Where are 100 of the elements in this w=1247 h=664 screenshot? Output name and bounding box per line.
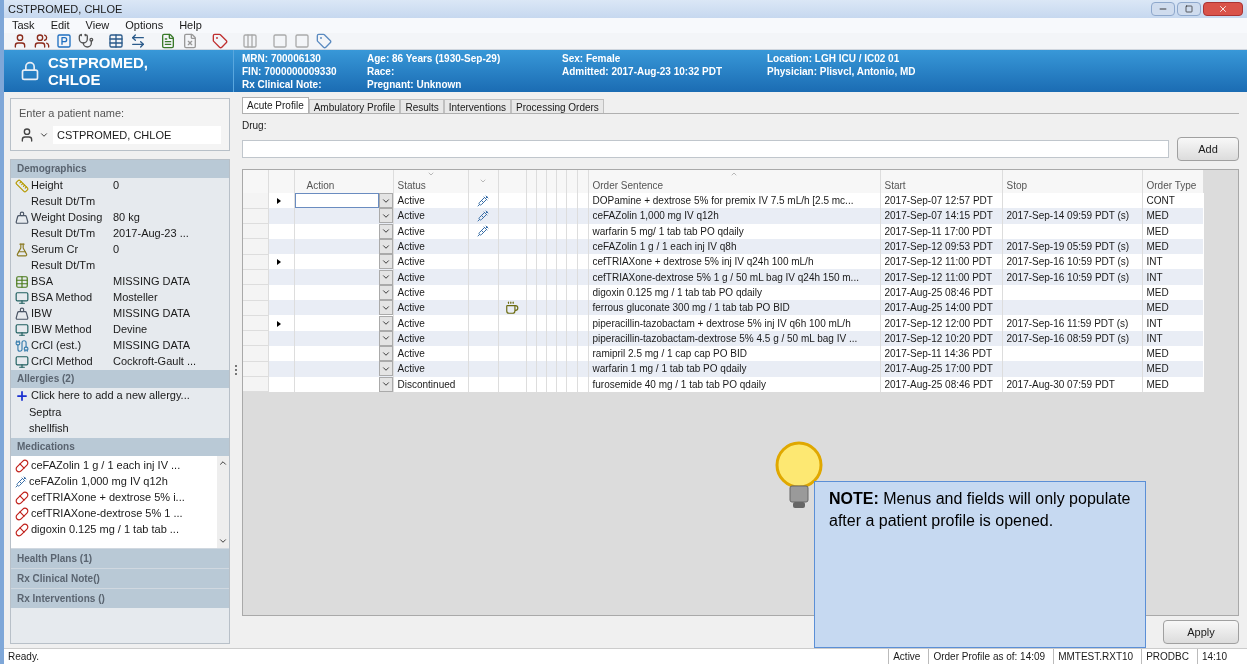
- table-icon[interactable]: [108, 33, 124, 49]
- table-cell: Active: [397, 210, 425, 222]
- demographic-label: IBW: [31, 306, 53, 322]
- add-allergy-link[interactable]: Click here to add a new allergy...: [31, 387, 190, 404]
- tag-icon[interactable]: [316, 33, 332, 49]
- column-header[interactable]: Order Type: [1146, 180, 1197, 191]
- maximize-button[interactable]: [1177, 2, 1201, 16]
- columns-icon[interactable]: [242, 33, 258, 49]
- table-cell: 2017-Sep-11 17:00 PDT: [884, 225, 993, 237]
- dropdown-button[interactable]: [378, 239, 393, 255]
- square-icon[interactable]: [272, 33, 288, 49]
- scrollbar[interactable]: [217, 455, 229, 548]
- patient-info-field: Pregnant: Unknown: [367, 78, 562, 91]
- table-cell: Active: [397, 286, 425, 298]
- patient-info-field: FIN: 7000000009330: [242, 65, 367, 78]
- table-cell: 2017-Sep-14 09:59 PDT (s): [1006, 210, 1130, 222]
- tab[interactable]: Ambulatory Profile: [308, 99, 401, 113]
- close-icon: [1218, 4, 1228, 14]
- menu-item[interactable]: Help: [179, 17, 202, 34]
- cup-icon: [505, 300, 519, 315]
- tab[interactable]: Processing Orders: [511, 99, 604, 113]
- dropdown-button[interactable]: [378, 269, 393, 285]
- table-row[interactable]: Active piperacillin-tazobactam + dextrose 5% inj IV q6h 100 mL/h 2017-Sep-12 12:00 PDT 2017-Sep-16 11:59 PDT (s) INT: [243, 315, 1203, 331]
- table-cell: 2017-Aug-30 07:59 PDT: [1006, 378, 1115, 390]
- table-row[interactable]: Active ceFAZolin 1,000 mg IV q12h 2017-Sep-07 14:15 PDT 2017-Sep-14 09:59 PDT (s) MED: [243, 208, 1203, 224]
- apply-button[interactable]: Apply: [1163, 620, 1239, 644]
- drug-field[interactable]: [242, 140, 1169, 158]
- table-row[interactable]: Active cefTRIAXone-dextrose 5% 1 g / 50 mL bag IV q24h 150 m... 2017-Sep-12 11:00 PDT 2017-Sep-16 10:59 PDT (s) INT: [243, 269, 1203, 285]
- section-header[interactable]: Demographics: [11, 159, 229, 178]
- document-icon[interactable]: [160, 33, 176, 49]
- medication-item[interactable]: cefTRIAXone-dextrose 5% 1 ...: [31, 505, 183, 522]
- people-icon[interactable]: [34, 33, 50, 49]
- dropdown-button[interactable]: [378, 361, 393, 377]
- pill-icon: [15, 458, 29, 473]
- section-header[interactable]: Health Plans (1): [11, 547, 229, 568]
- column-header[interactable]: Order Sentence: [592, 178, 876, 193]
- table-row[interactable]: Active ferrous gluconate 300 mg / 1 tab tab PO BID 2017-Aug-25 14:00 PDT MED: [243, 300, 1203, 316]
- medication-item[interactable]: ceFAZolin 1 g / 1 each inj IV ...: [31, 457, 181, 474]
- monitor-icon: [15, 290, 29, 305]
- minimize-button[interactable]: [1151, 2, 1175, 16]
- table-cell: ramipril 2.5 mg / 1 cap cap PO BID: [592, 348, 747, 360]
- add-button[interactable]: Add: [1177, 137, 1239, 161]
- table-cell: digoxin 0.125 mg / 1 tab tab PO qdaily: [592, 286, 763, 298]
- table-cell: 2017-Sep-11 14:36 PDT: [884, 348, 993, 360]
- table-cell: 2017-Sep-12 10:20 PDT: [884, 332, 993, 344]
- table-cell: ceFAZolin 1 g / 1 each inj IV q8h: [592, 241, 737, 253]
- dropdown-button[interactable]: [378, 254, 393, 270]
- tag-icon[interactable]: [212, 33, 228, 49]
- medication-item[interactable]: cefTRIAXone + dextrose 5% i...: [31, 489, 185, 506]
- column-header[interactable]: Stop: [1006, 180, 1028, 191]
- menu-item[interactable]: Edit: [50, 17, 70, 34]
- caret-icon: [380, 318, 391, 328]
- table-cell: 2017-Sep-19 05:59 PDT (s): [1006, 241, 1130, 253]
- square-icon[interactable]: [294, 33, 310, 49]
- demographic-value: Mosteller: [113, 290, 158, 306]
- parking-icon[interactable]: [56, 33, 72, 49]
- column-header[interactable]: Status: [397, 178, 464, 193]
- medication-item[interactable]: digoxin 0.125 mg / 1 tab tab ...: [31, 521, 179, 538]
- stethoscope-icon[interactable]: [78, 33, 94, 49]
- menu-item[interactable]: View: [85, 17, 110, 34]
- person-icon[interactable]: [12, 33, 28, 49]
- patient-info-field: Sex: Female: [562, 52, 767, 65]
- person-icon[interactable]: [19, 126, 35, 143]
- column-header[interactable]: Start: [884, 180, 906, 191]
- pill-icon: [15, 506, 29, 521]
- patient-info-field: MRN: 700006130: [242, 52, 367, 65]
- table-cell: cefTRIAXone + dextrose 5% inj IV q24h 100 mL/h: [592, 256, 814, 268]
- tube-icon: [15, 338, 29, 353]
- table-cell: warfarin 1 mg / 1 tab tab PO qdaily: [592, 363, 747, 375]
- menu-item[interactable]: Options: [125, 17, 164, 34]
- patient-name-field[interactable]: CSTPROMED, CHLOE: [53, 125, 221, 144]
- table-cell: 2017-Sep-07 14:15 PDT: [884, 210, 993, 222]
- flask-icon: [15, 242, 29, 257]
- close-button[interactable]: [1203, 2, 1243, 16]
- table-cell: MED: [1142, 300, 1203, 316]
- dropdown-button[interactable]: [378, 315, 393, 331]
- medication-item[interactable]: ceFAZolin 1,000 mg IV q12h: [29, 473, 168, 490]
- syringe-icon: [477, 209, 489, 222]
- document-icon[interactable]: [182, 33, 198, 49]
- column-header[interactable]: Action: [306, 180, 335, 191]
- tab[interactable]: Interventions: [443, 99, 512, 113]
- menu-item[interactable]: Task: [12, 17, 35, 34]
- section-header[interactable]: Rx Interventions (): [11, 587, 229, 608]
- dropdown-button[interactable]: [378, 300, 393, 316]
- action-field[interactable]: [294, 193, 379, 209]
- tab[interactable]: Acute Profile: [242, 97, 309, 113]
- dropdown-button[interactable]: [378, 208, 393, 224]
- table-row[interactable]: Active DOPamine + dextrose 5% for premix IV 7.5 mL/h [2.5 mc... 2017-Sep-07 12:57 PDT CONT: [243, 193, 1203, 209]
- patient-info-field: Race:: [367, 65, 562, 78]
- status-pane: Active: [888, 649, 925, 664]
- table-row[interactable]: Active cefTRIAXone + dextrose 5% inj IV q24h 100 mL/h 2017-Sep-12 11:00 PDT 2017-Sep-16 10:59 PDT (s) INT: [243, 254, 1203, 270]
- tab[interactable]: Results: [400, 99, 444, 113]
- section-header[interactable]: Rx Clinical Note(): [11, 567, 229, 588]
- dropdown-button[interactable]: [378, 346, 393, 362]
- section-header[interactable]: Allergies (2): [11, 369, 229, 388]
- section-header[interactable]: Medications: [11, 437, 229, 456]
- table-cell: ferrous gluconate 300 mg / 1 tab tab PO BID: [592, 302, 790, 314]
- arrows-icon[interactable]: [130, 33, 146, 49]
- table-row[interactable]: Active warfarin 1 mg / 1 tab tab PO qdaily 2017-Aug-25 17:00 PDT MED: [243, 361, 1203, 377]
- table-cell: piperacillin-tazobactam + dextrose 5% inj IV q6h 100 mL/h: [592, 317, 851, 329]
